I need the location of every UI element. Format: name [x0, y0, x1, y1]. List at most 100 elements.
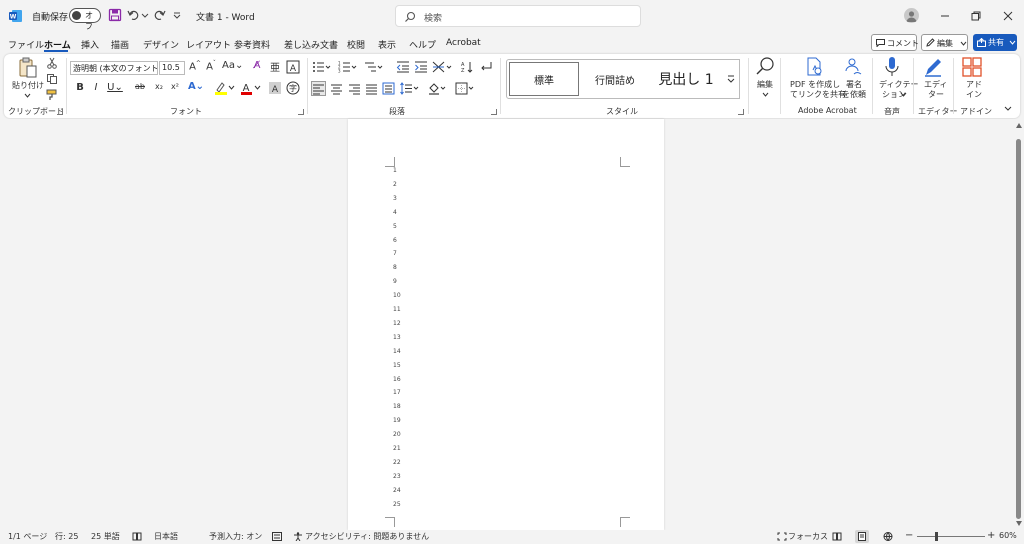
numbering-icon[interactable]: 123 [338, 60, 358, 74]
highlight-color-icon[interactable] [214, 81, 236, 95]
underline-icon[interactable]: U⌄ [106, 82, 124, 93]
shading-icon[interactable] [428, 82, 448, 95]
share-button[interactable]: 共有 [973, 34, 1017, 51]
bullets-icon[interactable] [312, 60, 332, 74]
font-size-combo[interactable]: 10.5 [159, 61, 185, 75]
vertical-scrollbar[interactable] [1014, 119, 1024, 530]
page-count[interactable]: 1/1 ページ [8, 531, 47, 542]
style-heading-1[interactable]: 見出し 1 [653, 62, 719, 96]
subscript-icon[interactable]: x₂ [152, 82, 166, 91]
align-left-icon[interactable] [311, 81, 326, 96]
focus-mode[interactable]: フォーカス [788, 531, 828, 542]
search-input[interactable]: 検索 [395, 5, 641, 27]
align-center-icon[interactable] [330, 82, 344, 95]
justify-icon[interactable] [365, 82, 379, 95]
line-position[interactable]: 行: 25 [55, 531, 78, 542]
zoom-in-button[interactable]: + [987, 530, 995, 541]
shrink-font-icon[interactable]: Aˇ [204, 60, 218, 72]
macro-recording-icon[interactable] [272, 532, 282, 541]
addins-icon[interactable] [962, 57, 982, 77]
editing-mode-button[interactable]: 編集 [921, 34, 968, 51]
text-effects-icon[interactable]: A⌄ [186, 81, 206, 92]
tab-mailings[interactable]: 差し込み文書 [284, 38, 338, 51]
bold-icon[interactable]: B [74, 82, 86, 93]
language[interactable]: 日本語 [154, 531, 178, 542]
decrease-indent-icon[interactable] [396, 60, 410, 74]
editor-label[interactable]: エディ [924, 80, 947, 90]
autosave-toggle[interactable]: オフ [69, 8, 101, 31]
restore-icon[interactable] [970, 10, 982, 22]
predictive-input-status[interactable]: 予測入力: オン [209, 531, 262, 542]
grow-font-icon[interactable]: A^ [188, 60, 202, 72]
zoom-slider-thumb[interactable] [935, 532, 938, 541]
tab-help[interactable]: ヘルプ [409, 38, 436, 51]
accessibility-status[interactable]: アクセシビリティ: 問題ありません [305, 531, 429, 542]
line-spacing-icon[interactable] [400, 82, 420, 95]
styles-more-button[interactable] [723, 59, 740, 99]
font-color-icon[interactable]: A [240, 81, 262, 95]
distributed-icon[interactable] [382, 82, 396, 95]
create-pdf-label[interactable]: PDF を作成し [790, 80, 840, 90]
tab-layout[interactable]: レイアウト [186, 38, 231, 51]
zoom-out-button[interactable]: − [905, 530, 913, 541]
sort-icon[interactable]: AZ [460, 60, 474, 74]
request-signature-label-2[interactable]: を依頼 [842, 90, 866, 100]
redo-icon[interactable] [152, 8, 166, 22]
paste-icon[interactable] [18, 57, 38, 79]
clipboard-launcher-icon[interactable] [57, 109, 63, 115]
strikethrough-icon[interactable]: ab [133, 82, 147, 91]
proofing-book-icon[interactable] [132, 532, 142, 541]
undo-dropdown-icon[interactable] [141, 8, 149, 22]
addins-label-2[interactable]: イン [966, 90, 982, 100]
cut-icon[interactable] [46, 57, 58, 69]
close-icon[interactable] [1002, 10, 1014, 22]
phonetic-guide-icon[interactable]: 亜 [268, 60, 282, 74]
editing-label[interactable]: 編集 [757, 80, 773, 90]
format-painter-icon[interactable] [46, 89, 58, 101]
style-no-spacing[interactable]: 行間詰め [583, 62, 647, 96]
style-normal[interactable]: 標準 [509, 62, 579, 96]
tab-references[interactable]: 参考資料 [234, 38, 270, 51]
zoom-level[interactable]: 60% [999, 531, 1017, 540]
focus-icon[interactable] [777, 532, 787, 541]
font-name-combo[interactable]: 游明朝 (本文のフォント [70, 61, 158, 75]
editor-icon[interactable] [922, 56, 944, 78]
read-mode-icon[interactable] [832, 532, 842, 541]
superscript-icon[interactable]: x² [168, 82, 182, 91]
word-count[interactable]: 25 単語 [91, 531, 120, 542]
clear-formatting-icon[interactable]: A̸ [250, 60, 264, 71]
scrollbar-thumb[interactable] [1016, 139, 1021, 519]
request-signature-icon[interactable] [843, 57, 863, 77]
italic-icon[interactable]: I [90, 82, 102, 93]
save-icon[interactable] [108, 8, 122, 22]
styles-launcher-icon[interactable] [738, 109, 744, 115]
tab-acrobat[interactable]: Acrobat [446, 38, 481, 48]
tab-view[interactable]: 表示 [378, 38, 396, 51]
tab-insert[interactable]: 挿入 [81, 38, 99, 51]
paste-label[interactable]: 貼り付け [12, 81, 44, 91]
copy-icon[interactable] [46, 73, 58, 85]
request-signature-label[interactable]: 署名 [846, 80, 862, 90]
character-border-icon[interactable]: A [286, 60, 300, 74]
align-right-icon[interactable] [348, 82, 362, 95]
tab-file[interactable]: ファイル [8, 38, 44, 51]
web-layout-icon[interactable] [883, 532, 893, 541]
asian-layout-icon[interactable] [432, 60, 454, 74]
create-pdf-label-2[interactable]: てリンクを共有 [790, 90, 846, 100]
tab-design[interactable]: デザイン [143, 38, 179, 51]
undo-icon[interactable] [127, 8, 141, 22]
find-icon[interactable] [754, 56, 776, 78]
zoom-slider[interactable] [917, 536, 985, 537]
customize-qat-icon[interactable] [172, 8, 182, 22]
create-pdf-icon[interactable] [804, 57, 824, 77]
enclose-characters-icon[interactable]: 字 [286, 81, 300, 95]
increase-indent-icon[interactable] [414, 60, 428, 74]
multilevel-list-icon[interactable] [364, 60, 384, 74]
tab-review[interactable]: 校閲 [347, 38, 365, 51]
tab-draw[interactable]: 描画 [111, 38, 129, 51]
change-case-icon[interactable]: Aa⌄ [222, 60, 243, 71]
character-shading-icon[interactable]: A [268, 81, 282, 95]
account-avatar[interactable] [904, 8, 919, 23]
editor-label-2[interactable]: ター [928, 90, 944, 100]
paragraph-launcher-icon[interactable] [491, 109, 497, 115]
